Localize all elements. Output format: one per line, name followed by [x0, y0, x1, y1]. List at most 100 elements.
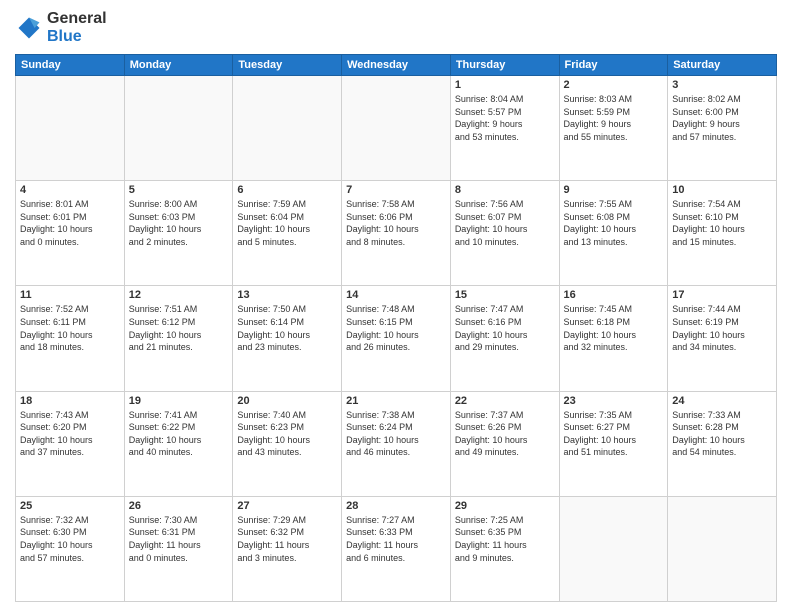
- day-info: Sunrise: 7:56 AM Sunset: 6:07 PM Dayligh…: [455, 198, 555, 248]
- calendar-header-row: SundayMondayTuesdayWednesdayThursdayFrid…: [16, 55, 777, 76]
- calendar-cell: 7Sunrise: 7:58 AM Sunset: 6:06 PM Daylig…: [342, 181, 451, 286]
- day-info: Sunrise: 7:45 AM Sunset: 6:18 PM Dayligh…: [564, 303, 664, 353]
- calendar-week-3: 18 Sunrise: 7:43 AM Sunset: 6:20 PM Dayli…: [16, 391, 777, 496]
- day-info: Sunrise: 7:55 AM Sunset: 6:08 PM Dayligh…: [564, 198, 664, 248]
- calendar-cell: 17 Sunrise: 7:44 AM Sunset: 6:19 PM Dayli…: [668, 286, 777, 391]
- day-number: 11: [20, 289, 120, 301]
- day-number: 19: [129, 395, 229, 407]
- day-info: Sunrise: 7:48 AM Sunset: 6:15 PM Dayligh…: [346, 303, 446, 353]
- weekday-header-wednesday: Wednesday: [342, 55, 451, 76]
- calendar-cell: [668, 496, 777, 601]
- calendar-cell: 29 Sunrise: 7:25 AM Sunset: 6:35 PM Dayli…: [450, 496, 559, 601]
- day-info: Sunrise: 8:02 AM Sunset: 6:00 PM Dayligh…: [672, 93, 772, 143]
- header: General Blue: [15, 10, 777, 46]
- day-number: 3: [672, 79, 772, 91]
- day-number: 15: [455, 289, 555, 301]
- weekday-header-friday: Friday: [559, 55, 668, 76]
- day-info: Sunrise: 7:30 AM Sunset: 6:31 PM Dayligh…: [129, 514, 229, 564]
- day-number: 20: [237, 395, 337, 407]
- calendar-cell: 9 Sunrise: 7:55 AM Sunset: 6:08 PM Daylig…: [559, 181, 668, 286]
- calendar-cell: 14 Sunrise: 7:48 AM Sunset: 6:15 PM Dayli…: [342, 286, 451, 391]
- day-info: Sunrise: 7:54 AM Sunset: 6:10 PM Dayligh…: [672, 198, 772, 248]
- calendar-cell: 24 Sunrise: 7:33 AM Sunset: 6:28 PM Dayli…: [668, 391, 777, 496]
- calendar-cell: 23 Sunrise: 7:35 AM Sunset: 6:27 PM Dayli…: [559, 391, 668, 496]
- day-number: 28: [346, 500, 446, 512]
- calendar-cell: 20Sunrise: 7:40 AM Sunset: 6:23 PM Dayli…: [233, 391, 342, 496]
- day-info: Sunrise: 7:50 AM Sunset: 6:14 PM Dayligh…: [237, 303, 337, 353]
- day-info: Sunrise: 7:44 AM Sunset: 6:19 PM Dayligh…: [672, 303, 772, 353]
- day-number: 9: [564, 184, 664, 196]
- day-number: 14: [346, 289, 446, 301]
- day-info: Sunrise: 7:59 AM Sunset: 6:04 PM Dayligh…: [237, 198, 337, 248]
- calendar-cell: 8 Sunrise: 7:56 AM Sunset: 6:07 PM Daylig…: [450, 181, 559, 286]
- calendar-cell: 22Sunrise: 7:37 AM Sunset: 6:26 PM Dayli…: [450, 391, 559, 496]
- weekday-header-tuesday: Tuesday: [233, 55, 342, 76]
- day-info: Sunrise: 7:35 AM Sunset: 6:27 PM Dayligh…: [564, 409, 664, 459]
- day-info: Sunrise: 8:03 AM Sunset: 5:59 PM Dayligh…: [564, 93, 664, 143]
- day-info: Sunrise: 7:25 AM Sunset: 6:35 PM Dayligh…: [455, 514, 555, 564]
- day-number: 27: [237, 500, 337, 512]
- day-info: Sunrise: 7:29 AM Sunset: 6:32 PM Dayligh…: [237, 514, 337, 564]
- calendar-cell: 3 Sunrise: 8:02 AM Sunset: 6:00 PM Daylig…: [668, 76, 777, 181]
- day-info: Sunrise: 7:52 AM Sunset: 6:11 PM Dayligh…: [20, 303, 120, 353]
- calendar-cell: 15 Sunrise: 7:47 AM Sunset: 6:16 PM Dayli…: [450, 286, 559, 391]
- calendar-cell: 28Sunrise: 7:27 AM Sunset: 6:33 PM Dayli…: [342, 496, 451, 601]
- day-number: 25: [20, 500, 120, 512]
- logo: General Blue: [15, 10, 107, 46]
- day-number: 24: [672, 395, 772, 407]
- day-number: 6: [237, 184, 337, 196]
- calendar-cell: [233, 76, 342, 181]
- day-info: Sunrise: 7:33 AM Sunset: 6:28 PM Dayligh…: [672, 409, 772, 459]
- day-info: Sunrise: 7:47 AM Sunset: 6:16 PM Dayligh…: [455, 303, 555, 353]
- weekday-header-saturday: Saturday: [668, 55, 777, 76]
- day-number: 26: [129, 500, 229, 512]
- day-number: 2: [564, 79, 664, 91]
- calendar-cell: [342, 76, 451, 181]
- calendar-cell: 11 Sunrise: 7:52 AM Sunset: 6:11 PM Dayli…: [16, 286, 125, 391]
- day-info: Sunrise: 7:41 AM Sunset: 6:22 PM Dayligh…: [129, 409, 229, 459]
- calendar-cell: 10Sunrise: 7:54 AM Sunset: 6:10 PM Dayli…: [668, 181, 777, 286]
- day-number: 21: [346, 395, 446, 407]
- calendar-cell: [559, 496, 668, 601]
- calendar-cell: 19 Sunrise: 7:41 AM Sunset: 6:22 PM Dayli…: [124, 391, 233, 496]
- day-number: 12: [129, 289, 229, 301]
- calendar-cell: 13 Sunrise: 7:50 AM Sunset: 6:14 PM Dayli…: [233, 286, 342, 391]
- calendar-cell: [16, 76, 125, 181]
- day-number: 16: [564, 289, 664, 301]
- day-info: Sunrise: 7:58 AM Sunset: 6:06 PM Dayligh…: [346, 198, 446, 248]
- day-info: Sunrise: 8:01 AM Sunset: 6:01 PM Dayligh…: [20, 198, 120, 248]
- day-number: 23: [564, 395, 664, 407]
- day-number: 5: [129, 184, 229, 196]
- calendar-cell: [124, 76, 233, 181]
- logo-text: General Blue: [47, 10, 107, 46]
- day-number: 8: [455, 184, 555, 196]
- calendar-week-4: 25 Sunrise: 7:32 AM Sunset: 6:30 PM Dayli…: [16, 496, 777, 601]
- weekday-header-sunday: Sunday: [16, 55, 125, 76]
- day-number: 29: [455, 500, 555, 512]
- day-info: Sunrise: 7:38 AM Sunset: 6:24 PM Dayligh…: [346, 409, 446, 459]
- calendar-week-2: 11 Sunrise: 7:52 AM Sunset: 6:11 PM Dayli…: [16, 286, 777, 391]
- day-number: 17: [672, 289, 772, 301]
- calendar-cell: 1Sunrise: 8:04 AM Sunset: 5:57 PM Daylig…: [450, 76, 559, 181]
- day-info: Sunrise: 7:43 AM Sunset: 6:20 PM Dayligh…: [20, 409, 120, 459]
- day-number: 1: [455, 79, 555, 91]
- day-number: 13: [237, 289, 337, 301]
- calendar-cell: 4 Sunrise: 8:01 AM Sunset: 6:01 PM Daylig…: [16, 181, 125, 286]
- day-number: 18: [20, 395, 120, 407]
- calendar-cell: 25 Sunrise: 7:32 AM Sunset: 6:30 PM Dayli…: [16, 496, 125, 601]
- day-number: 4: [20, 184, 120, 196]
- calendar-cell: 16 Sunrise: 7:45 AM Sunset: 6:18 PM Dayli…: [559, 286, 668, 391]
- weekday-header-monday: Monday: [124, 55, 233, 76]
- calendar-cell: 2 Sunrise: 8:03 AM Sunset: 5:59 PM Daylig…: [559, 76, 668, 181]
- calendar-cell: 6 Sunrise: 7:59 AM Sunset: 6:04 PM Daylig…: [233, 181, 342, 286]
- day-info: Sunrise: 7:51 AM Sunset: 6:12 PM Dayligh…: [129, 303, 229, 353]
- calendar-week-1: 4 Sunrise: 8:01 AM Sunset: 6:01 PM Daylig…: [16, 181, 777, 286]
- day-info: Sunrise: 8:00 AM Sunset: 6:03 PM Dayligh…: [129, 198, 229, 248]
- day-info: Sunrise: 7:32 AM Sunset: 6:30 PM Dayligh…: [20, 514, 120, 564]
- calendar-cell: 26 Sunrise: 7:30 AM Sunset: 6:31 PM Dayli…: [124, 496, 233, 601]
- calendar-cell: 21 Sunrise: 7:38 AM Sunset: 6:24 PM Dayli…: [342, 391, 451, 496]
- calendar-cell: 18 Sunrise: 7:43 AM Sunset: 6:20 PM Dayli…: [16, 391, 125, 496]
- calendar-cell: 5 Sunrise: 8:00 AM Sunset: 6:03 PM Daylig…: [124, 181, 233, 286]
- day-number: 22: [455, 395, 555, 407]
- calendar-cell: 27 Sunrise: 7:29 AM Sunset: 6:32 PM Dayli…: [233, 496, 342, 601]
